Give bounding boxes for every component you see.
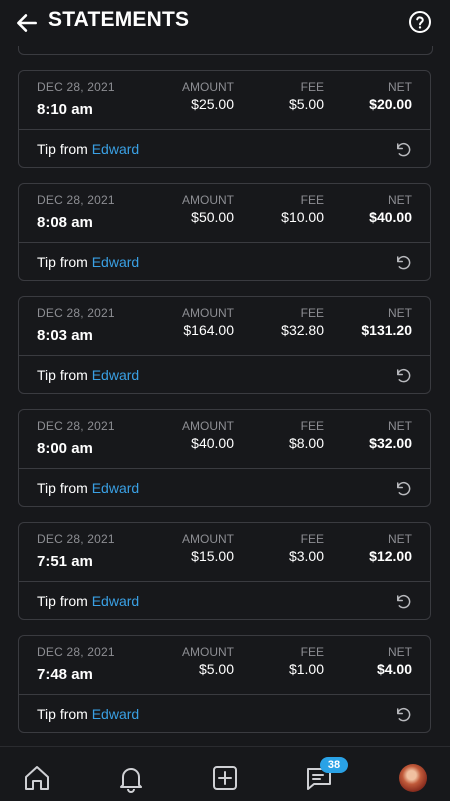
net-label: NET [388,306,412,320]
fee-value: $10.00 [281,209,324,225]
statement-date: DEC 28, 2021 [37,306,115,320]
net-label: NET [388,193,412,207]
tip-prefix: Tip from [37,480,88,496]
tip-text: Tip from Edward [37,367,139,383]
amount-label: AMOUNT [182,419,234,433]
tipper-link[interactable]: Edward [92,480,139,496]
amount-value: $5.00 [198,661,234,677]
refund-icon[interactable] [394,141,412,159]
amount-value: $40.00 [191,435,234,451]
statement-card: DEC 28, 2021 8:03 am AMOUNT $164.00 FEE … [18,296,431,394]
card-divider [19,242,430,243]
amount-value: $50.00 [191,209,234,225]
card-divider [19,694,430,695]
refund-icon[interactable] [394,593,412,611]
tipper-link[interactable]: Edward [92,593,139,609]
bottom-tab-bar: 38 [0,746,450,801]
statement-card: DEC 28, 2021 7:48 am AMOUNT $5.00 FEE $1… [18,635,431,733]
tip-prefix: Tip from [37,367,88,383]
fee-value: $5.00 [288,96,324,112]
messages-badge: 38 [320,757,348,773]
amount-value: $15.00 [191,548,234,564]
fee-label: FEE [300,645,324,659]
statement-card: DEC 28, 2021 8:00 am AMOUNT $40.00 FEE $… [18,409,431,507]
statement-time: 8:00 am [37,440,93,457]
fee-label: FEE [300,419,324,433]
page-title: STATEMENTS [48,8,190,31]
statement-card: DEC 28, 2021 7:51 am AMOUNT $15.00 FEE $… [18,522,431,620]
statement-date: DEC 28, 2021 [37,419,115,433]
net-label: NET [388,532,412,546]
fee-label: FEE [300,80,324,94]
refund-icon[interactable] [394,706,412,724]
bell-icon[interactable] [116,763,146,793]
tip-text: Tip from Edward [37,593,139,609]
refund-icon[interactable] [394,367,412,385]
amount-label: AMOUNT [182,532,234,546]
card-divider [19,581,430,582]
net-label: NET [388,80,412,94]
tipper-link[interactable]: Edward [92,141,139,157]
amount-label: AMOUNT [182,306,234,320]
tip-text: Tip from Edward [37,141,139,157]
refund-icon[interactable] [394,254,412,272]
fee-value: $32.80 [281,322,324,338]
amount-label: AMOUNT [182,80,234,94]
back-arrow-icon[interactable] [14,10,40,36]
statement-date: DEC 28, 2021 [37,645,115,659]
net-label: NET [388,419,412,433]
net-label: NET [388,645,412,659]
avatar[interactable] [399,764,427,792]
net-value: $12.00 [369,548,412,564]
tipper-link[interactable]: Edward [92,706,139,722]
statement-time: 7:51 am [37,553,93,570]
fee-label: FEE [300,306,324,320]
net-value: $40.00 [369,209,412,225]
statement-time: 8:03 am [37,327,93,344]
amount-value: $25.00 [191,96,234,112]
card-divider [19,468,430,469]
tipper-link[interactable]: Edward [92,254,139,270]
amount-value: $164.00 [183,322,234,338]
help-icon[interactable] [408,10,432,34]
net-value: $20.00 [369,96,412,112]
fee-label: FEE [300,193,324,207]
statement-card-partial [18,46,433,55]
fee-value: $3.00 [288,548,324,564]
tip-text: Tip from Edward [37,254,139,270]
statement-time: 8:08 am [37,214,93,231]
home-icon[interactable] [22,763,52,793]
fee-label: FEE [300,532,324,546]
add-post-icon[interactable] [210,763,240,793]
card-divider [19,129,430,130]
tip-prefix: Tip from [37,254,88,270]
tip-text: Tip from Edward [37,706,139,722]
statements-list[interactable]: DEC 28, 2021 8:10 am AMOUNT $25.00 FEE $… [0,46,450,746]
tip-prefix: Tip from [37,593,88,609]
top-bar: STATEMENTS [0,0,450,46]
card-divider [19,355,430,356]
statement-time: 7:48 am [37,666,93,683]
statement-card: DEC 28, 2021 8:08 am AMOUNT $50.00 FEE $… [18,183,431,281]
net-value: $32.00 [369,435,412,451]
statement-card: DEC 28, 2021 8:10 am AMOUNT $25.00 FEE $… [18,70,431,168]
fee-value: $8.00 [288,435,324,451]
net-value: $4.00 [376,661,412,677]
tip-prefix: Tip from [37,706,88,722]
statement-date: DEC 28, 2021 [37,193,115,207]
net-value: $131.20 [361,322,412,338]
tipper-link[interactable]: Edward [92,367,139,383]
tip-text: Tip from Edward [37,480,139,496]
statement-date: DEC 28, 2021 [37,532,115,546]
tip-prefix: Tip from [37,141,88,157]
statement-date: DEC 28, 2021 [37,80,115,94]
amount-label: AMOUNT [182,645,234,659]
fee-value: $1.00 [288,661,324,677]
statement-time: 8:10 am [37,101,93,118]
refund-icon[interactable] [394,480,412,498]
amount-label: AMOUNT [182,193,234,207]
